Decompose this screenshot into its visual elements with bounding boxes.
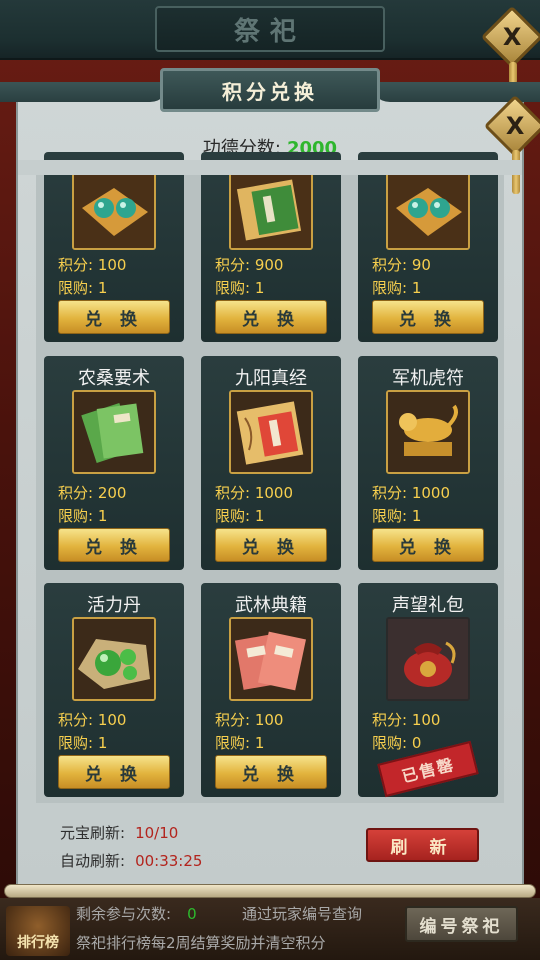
- exchange-button[interactable]: 兑 换: [372, 300, 484, 334]
- item-limit: 限购: 1: [58, 279, 108, 297]
- green-book-icon: [72, 390, 156, 474]
- remaining-attempts-label: 剩余参与次数:: [76, 905, 172, 923]
- item-name: 九阳真经: [235, 368, 307, 389]
- ranking-rule-text: 祭祀排行榜每2周结算奖励并清空积分: [76, 934, 326, 952]
- item-name: 军机虎符: [392, 368, 464, 389]
- item-points: 积分: 900: [215, 256, 284, 274]
- item-card[interactable]: 活力丹 积分: 100 限购: 1 兑 换: [44, 583, 184, 797]
- ranking-label: 排行榜: [17, 935, 59, 951]
- item-limit: 限购: 1: [215, 507, 265, 525]
- yuanbao-refresh: 元宝刷新: 10/10: [60, 822, 178, 843]
- item-limit: 限购: 1: [58, 507, 108, 525]
- item-points: 积分: 100: [215, 711, 284, 729]
- item-card[interactable]: 积分: 90 限购: 1 兑 换: [358, 152, 498, 342]
- item-points: 积分: 100: [58, 256, 127, 274]
- item-points: 积分: 1000: [215, 484, 293, 502]
- item-card[interactable]: 九阳真经 积分: 1000 限购: 1 兑 换: [201, 356, 341, 570]
- item-name: 声望礼包: [392, 595, 464, 616]
- remaining-attempts-value: 0: [187, 905, 197, 923]
- yuanbao-refresh-label: 元宝刷新:: [60, 824, 126, 842]
- golden-tiger-icon: [386, 390, 470, 474]
- item-points: 积分: 200: [58, 484, 127, 502]
- green-pills-icon: [72, 617, 156, 701]
- auto-refresh-timer: 00:33:25: [135, 852, 203, 870]
- item-points: 积分: 90: [372, 256, 431, 274]
- item-limit: 限购: 1: [372, 507, 422, 525]
- item-limit: 限购: 0: [372, 734, 422, 752]
- red-pouch-icon: [386, 617, 470, 701]
- item-points: 积分: 100: [58, 711, 127, 729]
- auto-refresh-label: 自动刷新:: [60, 852, 126, 870]
- item-points: 积分: 1000: [372, 484, 450, 502]
- item-card[interactable]: 积分: 900 限购: 1 兑 换: [201, 152, 341, 342]
- player-id-query-text: 通过玩家编号查询: [242, 905, 363, 923]
- exchange-button[interactable]: 兑 换: [215, 528, 327, 562]
- jade-orbs-icon: [386, 166, 470, 250]
- item-limit: 限购: 1: [372, 279, 422, 297]
- auto-refresh: 自动刷新: 00:33:25: [60, 850, 202, 871]
- item-points: 积分: 100: [372, 711, 441, 729]
- window-title-box: 祭祀: [155, 6, 385, 52]
- refresh-button[interactable]: 刷 新: [366, 828, 479, 862]
- item-card[interactable]: 军机虎符 积分: 1000 限购: 1 兑 换: [358, 356, 498, 570]
- tassel-decoration: [509, 62, 517, 84]
- ranking-button[interactable]: 排行榜: [6, 906, 70, 956]
- yuanbao-refresh-value: 10/10: [135, 824, 179, 842]
- item-card[interactable]: 积分: 100 限购: 1 兑 换: [44, 152, 184, 342]
- remaining-attempts: 剩余参与次数: 0: [76, 903, 197, 924]
- item-card[interactable]: 农桑要术 积分: 200 限购: 1 兑 换: [44, 356, 184, 570]
- exchange-button[interactable]: 兑 换: [58, 755, 170, 789]
- item-name: 活力丹: [87, 595, 141, 616]
- scroll-mask: [18, 160, 522, 175]
- book-case-icon: [229, 390, 313, 474]
- red-books-icon: [229, 617, 313, 701]
- exchange-button[interactable]: 兑 换: [215, 300, 327, 334]
- book-case-icon: [229, 166, 313, 250]
- exchange-button[interactable]: 兑 换: [372, 528, 484, 562]
- panel-title: 积分兑换: [222, 79, 318, 104]
- close-icon: X: [502, 22, 522, 51]
- exchange-button[interactable]: 兑 换: [215, 755, 327, 789]
- panel-header-wing-left: [0, 82, 170, 102]
- window-title: 祭祀: [233, 16, 306, 47]
- number-sacrifice-button[interactable]: 编号祭祀: [405, 906, 518, 942]
- item-limit: 限购: 1: [215, 279, 265, 297]
- exchange-button[interactable]: 兑 换: [58, 300, 170, 334]
- jade-orbs-icon: [72, 166, 156, 250]
- item-card[interactable]: 武林典籍 积分: 100 限购: 1 兑 换: [201, 583, 341, 797]
- item-limit: 限购: 1: [58, 734, 108, 752]
- item-name: 武林典籍: [235, 595, 307, 616]
- panel-header: 积分兑换: [160, 68, 380, 112]
- top-bar: 祭祀: [0, 0, 540, 60]
- item-name: 农桑要术: [78, 368, 150, 389]
- scroll-rod-decoration: [4, 884, 536, 898]
- exchange-button[interactable]: 兑 换: [58, 528, 170, 562]
- item-limit: 限购: 1: [215, 734, 265, 752]
